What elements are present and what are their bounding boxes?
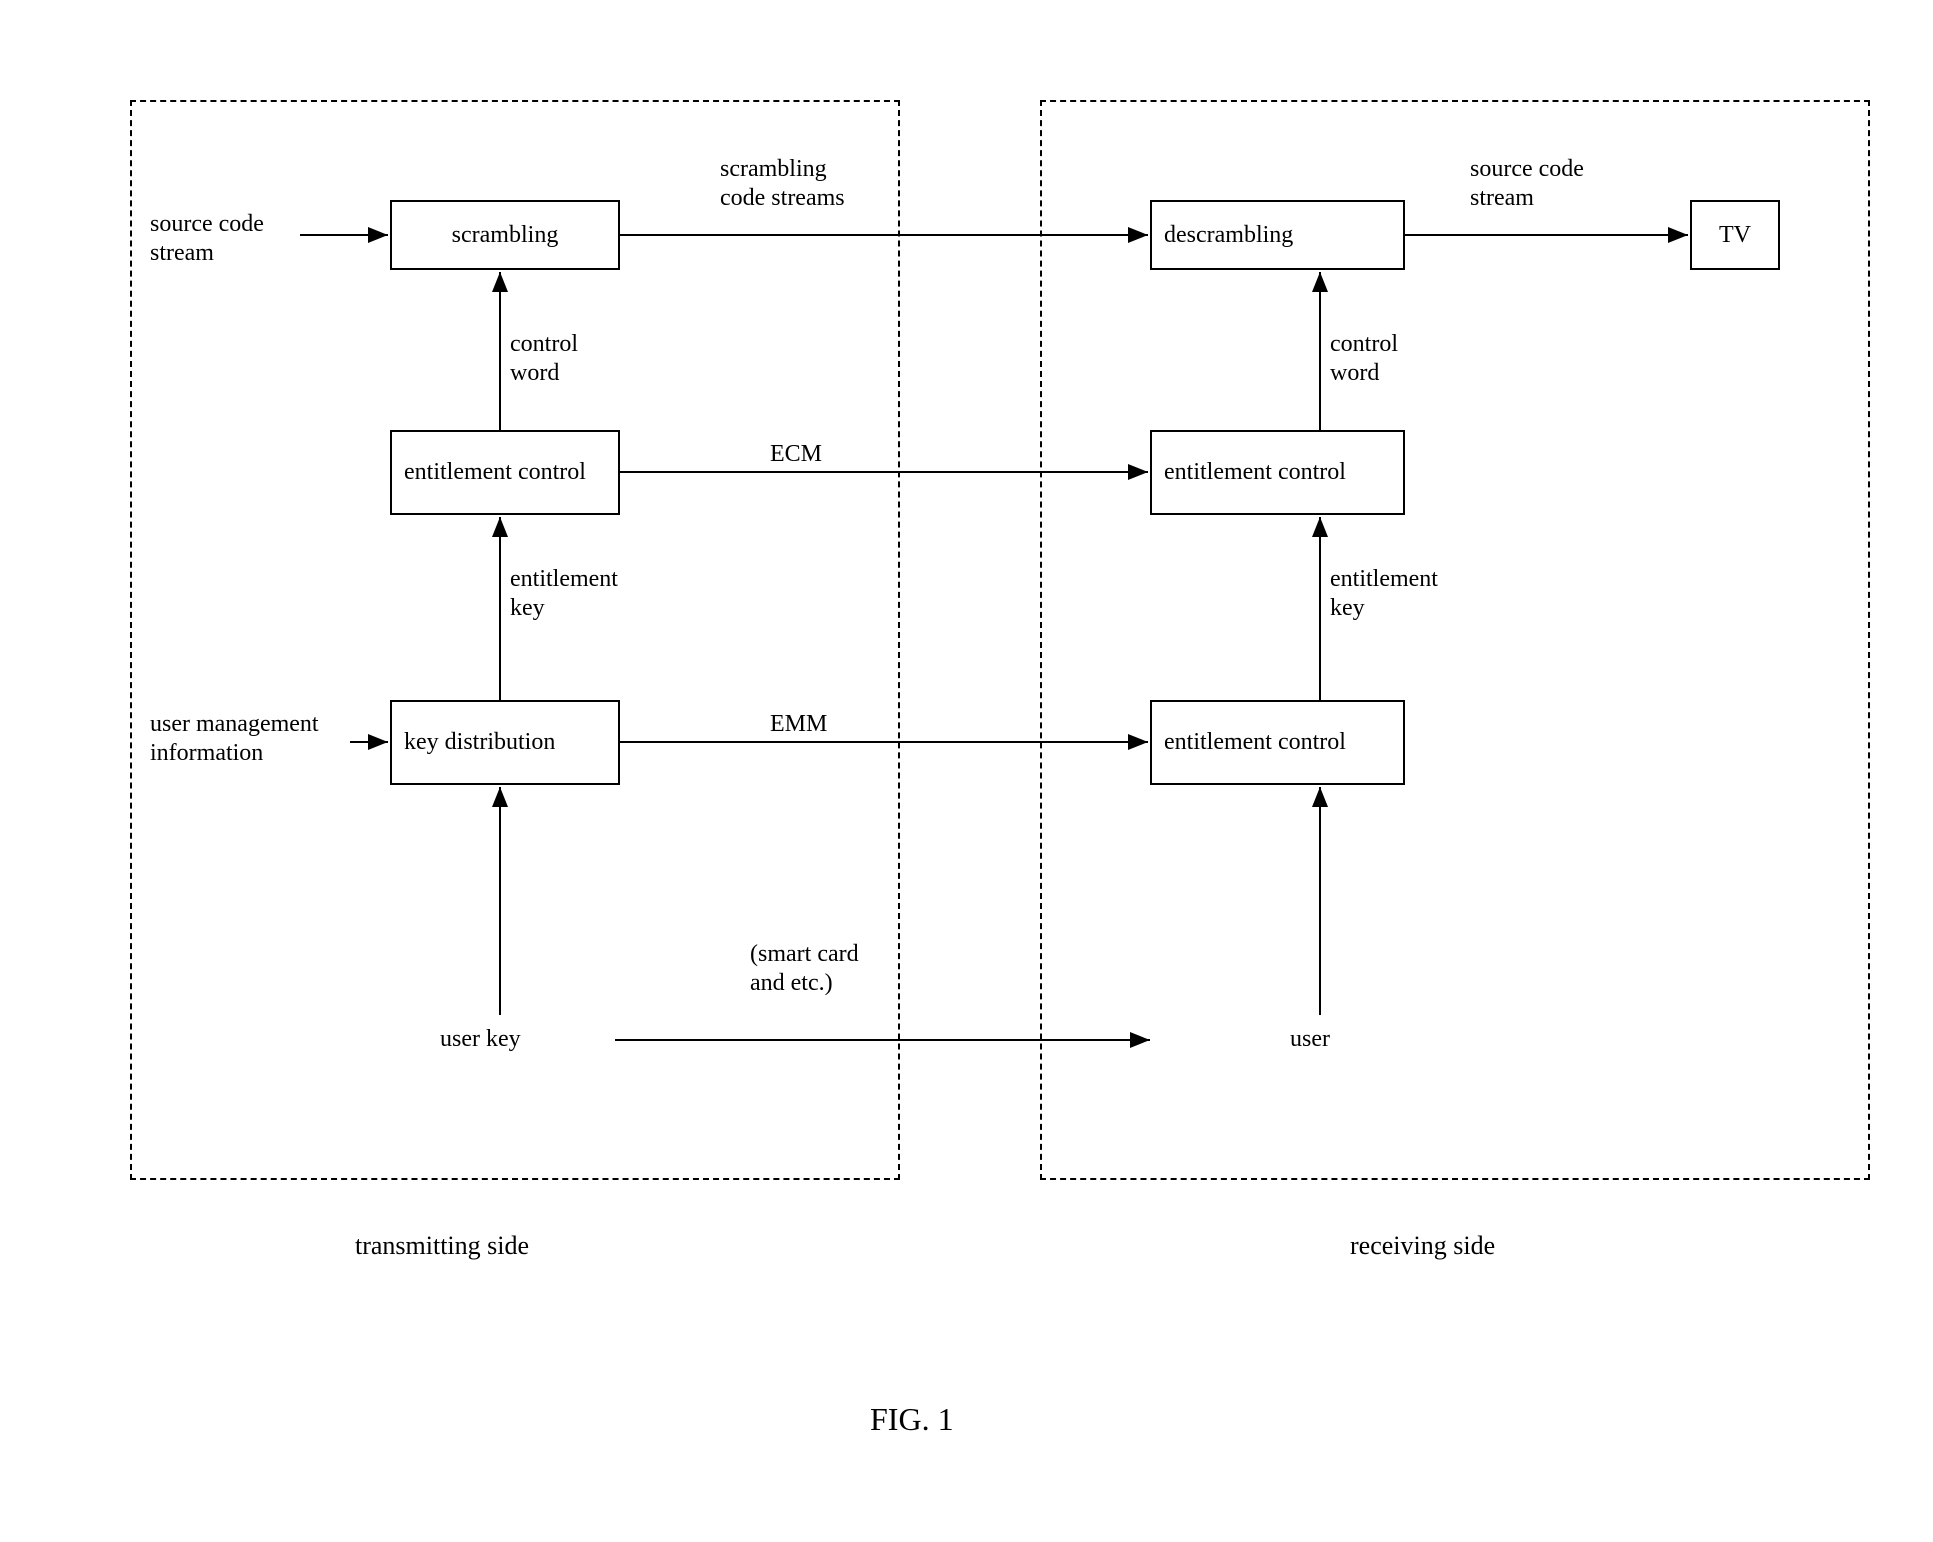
- emm-label: EMM: [770, 710, 827, 739]
- user-label: user: [1290, 1025, 1330, 1054]
- control-word-tx-label: control word: [510, 330, 578, 388]
- smart-card-label: (smart card and etc.): [750, 940, 859, 998]
- source-code-stream-tx-label: source code stream: [150, 210, 264, 268]
- entitlement-control-tx-box: entitlement control: [390, 430, 620, 515]
- user-management-info-label: user management information: [150, 710, 319, 768]
- receiving-side-label: receiving side: [1350, 1230, 1495, 1261]
- control-word-rx-label: control word: [1330, 330, 1398, 388]
- scrambling-box: scrambling: [390, 200, 620, 270]
- transmitting-side-label: transmitting side: [355, 1230, 529, 1261]
- entitlement-control-rx-box-1: entitlement control: [1150, 430, 1405, 515]
- scrambling-code-streams-label: scrambling code streams: [720, 155, 845, 213]
- key-distribution-box: key distribution: [390, 700, 620, 785]
- entitlement-key-rx-label: entitlement key: [1330, 565, 1438, 623]
- user-key-label: user key: [440, 1025, 521, 1054]
- descrambling-box: descrambling: [1150, 200, 1405, 270]
- entitlement-key-tx-label: entitlement key: [510, 565, 618, 623]
- diagram-canvas: source code stream scrambling control wo…: [0, 0, 1933, 1542]
- source-code-stream-rx-label: source code stream: [1470, 155, 1584, 213]
- tv-box: TV: [1690, 200, 1780, 270]
- ecm-label: ECM: [770, 440, 822, 469]
- figure-label: FIG. 1: [870, 1400, 954, 1438]
- entitlement-control-rx-box-2: entitlement control: [1150, 700, 1405, 785]
